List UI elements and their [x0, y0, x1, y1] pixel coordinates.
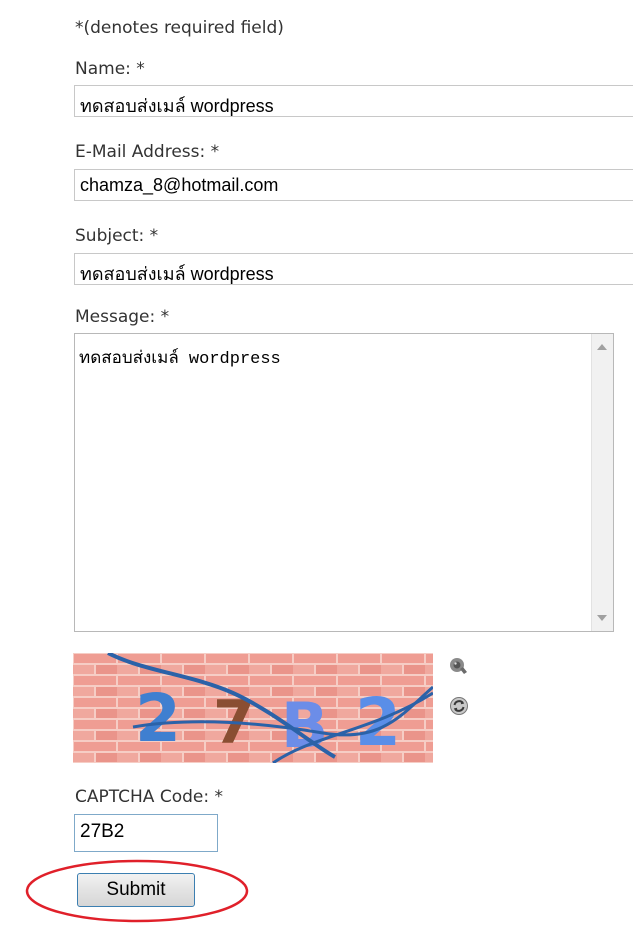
scroll-down-arrow-icon[interactable] — [597, 615, 607, 621]
message-textarea[interactable]: ทดสอบส่งเมล์ wordpress — [74, 333, 614, 632]
captcha-input[interactable]: 27B2 — [74, 814, 218, 852]
scroll-up-arrow-icon[interactable] — [597, 344, 607, 350]
email-field[interactable]: chamza_8@hotmail.com — [74, 169, 633, 201]
message-label: Message: * — [75, 307, 170, 327]
refresh-icon[interactable] — [449, 696, 469, 716]
required-note: *(denotes required field) — [75, 18, 284, 38]
captcha-label: CAPTCHA Code: * — [75, 787, 223, 807]
subject-field-value: ทดสอบส่งเมล์ wordpress — [80, 264, 274, 284]
email-field-value: chamza_8@hotmail.com — [80, 175, 279, 195]
name-field-value: ทดสอบส่งเมล์ wordpress — [80, 96, 274, 116]
subject-field[interactable]: ทดสอบส่งเมล์ wordpress — [74, 253, 633, 285]
name-field[interactable]: ทดสอบส่งเมล์ wordpress — [74, 85, 633, 117]
name-label: Name: * — [75, 59, 145, 79]
message-textarea-value: ทดสอบส่งเมล์ wordpress — [79, 350, 281, 369]
speaker-icon[interactable] — [449, 656, 469, 676]
email-label: E-Mail Address: * — [75, 142, 220, 162]
highlight-ellipse — [25, 859, 249, 923]
captcha-input-value: 27B2 — [80, 821, 125, 842]
message-scrollbar[interactable] — [591, 334, 613, 631]
contact-form: *(denotes required field) Name: * ทดสอบส… — [0, 0, 633, 929]
subject-label: Subject: * — [75, 226, 159, 246]
captcha-char: 2 — [355, 684, 401, 761]
captcha-char: 2 — [135, 680, 181, 757]
captcha-image: 2 7 B 2 — [73, 653, 433, 763]
